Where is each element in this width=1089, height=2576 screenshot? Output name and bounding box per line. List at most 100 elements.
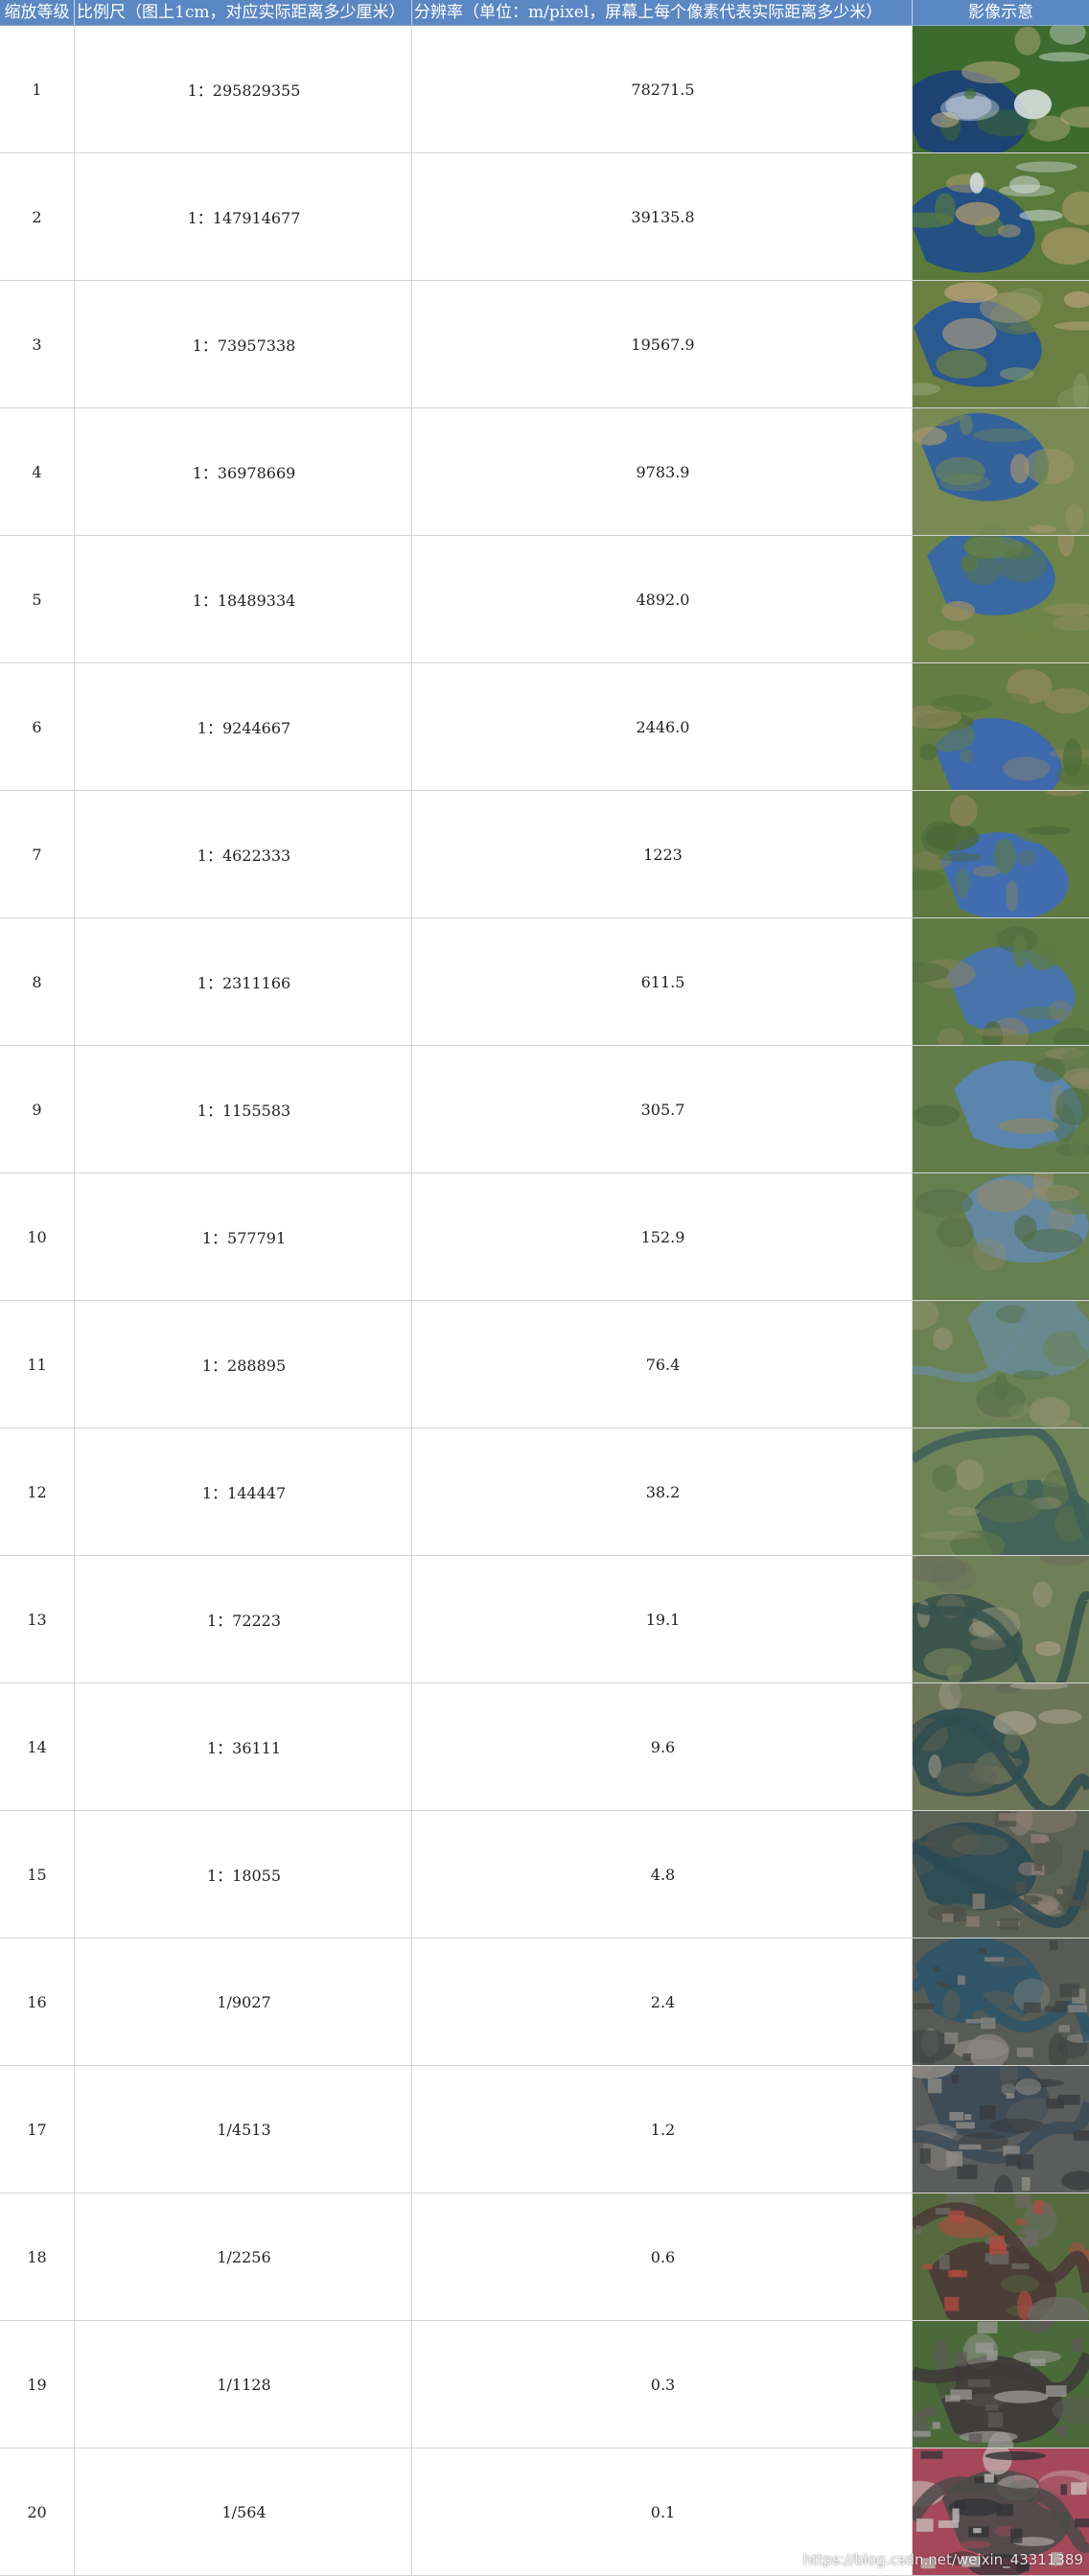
satellite-thumbnail xyxy=(913,1428,1089,1555)
satellite-thumbnail xyxy=(913,2321,1089,2448)
cell-level: 15 xyxy=(0,1811,75,1938)
cell-level: 5 xyxy=(0,536,75,662)
cell-resolution: 2.4 xyxy=(412,1938,913,2065)
table-row: 101：577791152.9 xyxy=(0,1173,1089,1301)
cell-image xyxy=(913,791,1089,917)
table-row: 51：184893344892.0 xyxy=(0,536,1089,663)
satellite-thumbnail xyxy=(913,281,1089,407)
cell-resolution: 1223 xyxy=(412,791,913,917)
cell-level: 7 xyxy=(0,791,75,917)
satellite-thumbnail xyxy=(913,1173,1089,1300)
cell-level: 19 xyxy=(0,2321,75,2448)
table-body: 11：29582935578271.521：14791467739135.831… xyxy=(0,26,1089,2576)
table-row: 151：180554.8 xyxy=(0,1811,1089,1938)
cell-level: 3 xyxy=(0,281,75,407)
cell-scale: 1：2311166 xyxy=(75,918,412,1045)
cell-resolution: 0.6 xyxy=(412,2193,913,2320)
cell-scale: 1/564 xyxy=(75,2448,412,2575)
cell-level: 14 xyxy=(0,1683,75,1810)
table-row: 31：7395733819567.9 xyxy=(0,281,1089,408)
table-row: 191/11280.3 xyxy=(0,2321,1089,2448)
cell-image xyxy=(913,281,1089,407)
cell-image xyxy=(913,1173,1089,1300)
cell-level: 6 xyxy=(0,663,75,790)
cell-scale: 1：36978669 xyxy=(75,408,412,535)
cell-scale: 1/2256 xyxy=(75,2193,412,2320)
table-row: 181/22560.6 xyxy=(0,2193,1089,2321)
satellite-thumbnail xyxy=(913,791,1089,917)
cell-image xyxy=(913,2321,1089,2448)
table-row: 61：92446672446.0 xyxy=(0,663,1089,791)
table-row: 111：28889576.4 xyxy=(0,1301,1089,1428)
cell-resolution: 9783.9 xyxy=(412,408,913,535)
cell-image xyxy=(913,2066,1089,2193)
cell-image xyxy=(913,1683,1089,1810)
satellite-thumbnail xyxy=(913,1556,1089,1683)
satellite-thumbnail xyxy=(913,1046,1089,1172)
cell-resolution: 305.7 xyxy=(412,1046,913,1172)
cell-image xyxy=(913,153,1089,280)
cell-scale: 1：72223 xyxy=(75,1556,412,1683)
cell-scale: 1：9244667 xyxy=(75,663,412,790)
table-row: 41：369786699783.9 xyxy=(0,408,1089,536)
satellite-thumbnail xyxy=(913,536,1089,662)
header-image: 影像示意 xyxy=(913,0,1089,25)
table-row: 131：7222319.1 xyxy=(0,1556,1089,1683)
cell-resolution: 78271.5 xyxy=(412,26,913,152)
satellite-thumbnail xyxy=(913,663,1089,790)
watermark: https://blog.csdn.net/weixin_43311389 xyxy=(802,2551,1083,2568)
cell-level: 13 xyxy=(0,1556,75,1683)
cell-image xyxy=(913,663,1089,790)
cell-level: 11 xyxy=(0,1301,75,1427)
cell-level: 8 xyxy=(0,918,75,1045)
satellite-thumbnail xyxy=(913,918,1089,1045)
cell-image xyxy=(913,1428,1089,1555)
table-row: 121：14444738.2 xyxy=(0,1428,1089,1556)
cell-scale: 1：4622333 xyxy=(75,791,412,917)
table-row: 71：46223331223 xyxy=(0,791,1089,918)
cell-resolution: 611.5 xyxy=(412,918,913,1045)
satellite-thumbnail xyxy=(913,1811,1089,1938)
table-row: 161/90272.4 xyxy=(0,1938,1089,2066)
satellite-thumbnail xyxy=(913,2066,1089,2193)
cell-scale: 1/1128 xyxy=(75,2321,412,2448)
table-row: 81：2311166611.5 xyxy=(0,918,1089,1046)
cell-resolution: 76.4 xyxy=(412,1301,913,1427)
cell-level: 10 xyxy=(0,1173,75,1300)
cell-image xyxy=(913,26,1089,152)
cell-level: 12 xyxy=(0,1428,75,1555)
cell-scale: 1：295829355 xyxy=(75,26,412,152)
cell-resolution: 19.1 xyxy=(412,1556,913,1683)
table-header: 缩放等级 比例尺（图上1cm，对应实际距离多少厘米） 分辨率（单位：m/pixe… xyxy=(0,0,1089,26)
cell-level: 18 xyxy=(0,2193,75,2320)
cell-resolution: 4.8 xyxy=(412,1811,913,1938)
cell-scale: 1：144447 xyxy=(75,1428,412,1555)
cell-scale: 1：1155583 xyxy=(75,1046,412,1172)
cell-scale: 1/9027 xyxy=(75,1938,412,2065)
cell-level: 4 xyxy=(0,408,75,535)
cell-resolution: 19567.9 xyxy=(412,281,913,407)
zoom-level-table: 缩放等级 比例尺（图上1cm，对应实际距离多少厘米） 分辨率（单位：m/pixe… xyxy=(0,0,1089,2574)
satellite-thumbnail xyxy=(913,1683,1089,1810)
cell-resolution: 2446.0 xyxy=(412,663,913,790)
table-row: 141：361119.6 xyxy=(0,1683,1089,1811)
cell-scale: 1：18489334 xyxy=(75,536,412,662)
cell-level: 1 xyxy=(0,26,75,152)
cell-image xyxy=(913,1556,1089,1683)
satellite-thumbnail xyxy=(913,26,1089,152)
table-row: 171/45131.2 xyxy=(0,2066,1089,2193)
satellite-thumbnail xyxy=(913,408,1089,535)
satellite-thumbnail xyxy=(913,2193,1089,2320)
table-row: 91：1155583305.7 xyxy=(0,1046,1089,1173)
cell-image xyxy=(913,536,1089,662)
cell-resolution: 9.6 xyxy=(412,1683,913,1810)
cell-scale: 1：288895 xyxy=(75,1301,412,1427)
cell-level: 20 xyxy=(0,2448,75,2575)
cell-image xyxy=(913,1938,1089,2065)
cell-scale: 1：577791 xyxy=(75,1173,412,1300)
cell-level: 17 xyxy=(0,2066,75,2193)
cell-scale: 1：73957338 xyxy=(75,281,412,407)
header-scale: 比例尺（图上1cm，对应实际距离多少厘米） xyxy=(75,0,412,25)
cell-image xyxy=(913,918,1089,1045)
cell-image xyxy=(913,1046,1089,1172)
